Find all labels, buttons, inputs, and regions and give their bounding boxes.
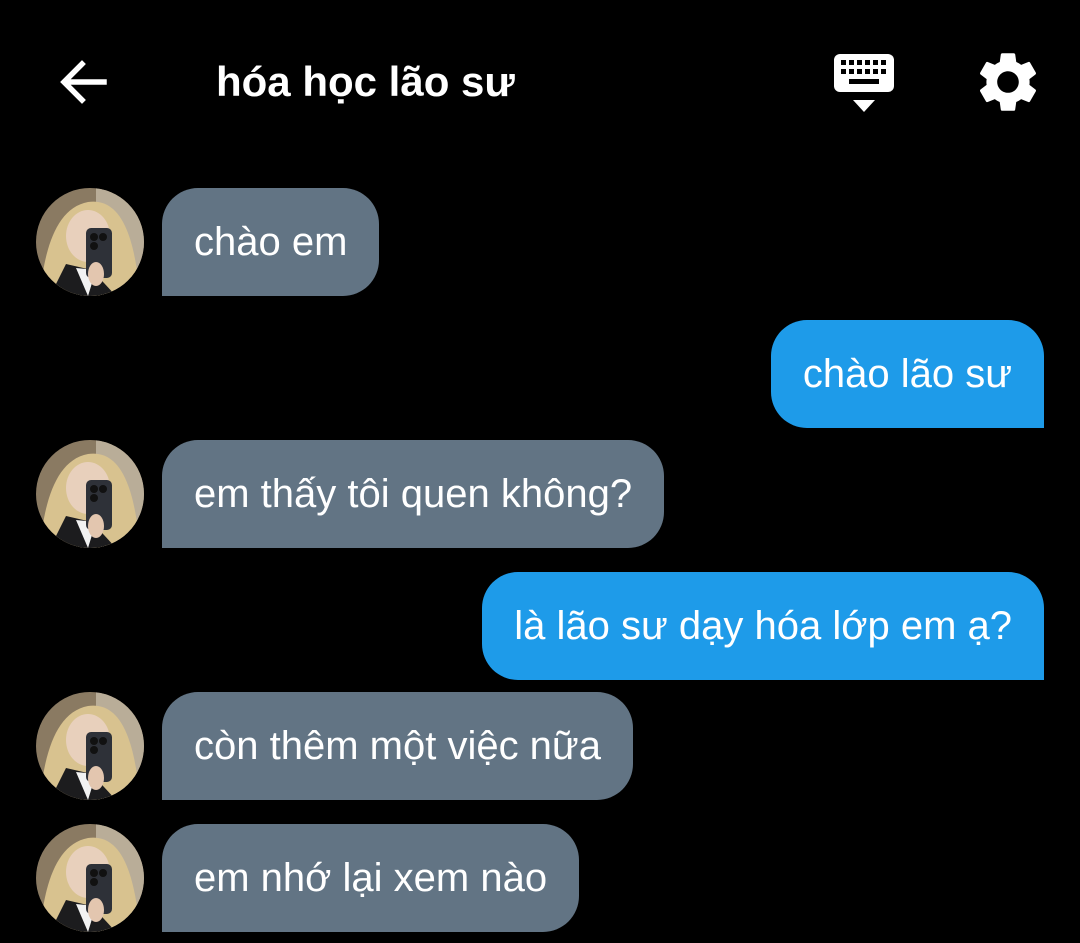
page-title: hóa học lão sư bbox=[216, 58, 515, 105]
avatar[interactable] bbox=[36, 188, 144, 296]
message-bubble-outgoing[interactable]: chào lão sư bbox=[770, 320, 1044, 428]
message-text: còn thêm một việc nữa bbox=[194, 724, 601, 768]
gear-icon bbox=[979, 53, 1037, 111]
keyboard-toggle-button[interactable] bbox=[828, 48, 900, 118]
avatar-photo bbox=[36, 692, 144, 800]
back-button[interactable] bbox=[52, 50, 116, 114]
arrow-left-icon bbox=[60, 60, 107, 104]
settings-button[interactable] bbox=[972, 46, 1044, 118]
message-bubble-incoming[interactable]: còn thêm một việc nữa bbox=[162, 692, 633, 800]
message-text: em thấy tôi quen không? bbox=[194, 472, 633, 516]
message-text: em nhớ lại xem nào bbox=[194, 856, 548, 900]
message-bubble-incoming[interactable]: chào em bbox=[162, 188, 380, 296]
message-bubble-outgoing[interactable]: là lão sư dạy hóa lớp em ạ? bbox=[482, 572, 1044, 680]
message-text: chào lão sư bbox=[802, 352, 1012, 396]
avatar[interactable] bbox=[36, 692, 144, 800]
keyboard-hide-icon bbox=[834, 54, 894, 112]
message-text: chào em bbox=[194, 220, 348, 264]
avatar-photo bbox=[36, 440, 144, 548]
avatar-photo bbox=[36, 188, 144, 296]
message-bubble-incoming[interactable]: em nhớ lại xem nào bbox=[162, 824, 580, 932]
avatar[interactable] bbox=[36, 440, 144, 548]
chat-header: hóa học lão sư bbox=[0, 0, 1080, 165]
avatar-photo bbox=[36, 824, 144, 932]
avatar[interactable] bbox=[36, 824, 144, 932]
message-text: là lão sư dạy hóa lớp em ạ? bbox=[514, 604, 1012, 648]
message-bubble-incoming[interactable]: em thấy tôi quen không? bbox=[162, 440, 665, 548]
